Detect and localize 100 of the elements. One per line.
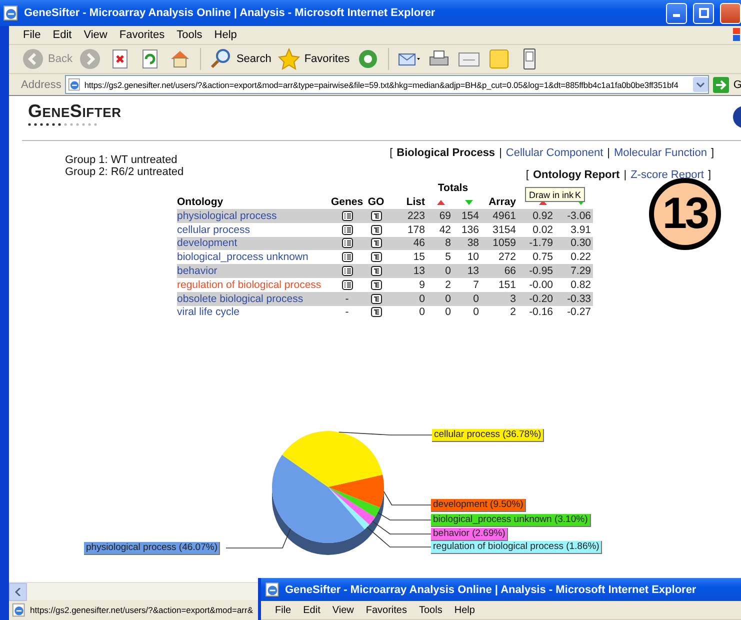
table-cell: 0.92 xyxy=(532,210,553,222)
table-cell: 0 xyxy=(445,306,451,318)
tree-icon[interactable] xyxy=(370,294,382,304)
table-cell: 69 xyxy=(439,210,451,222)
report-tab[interactable]: Cellular Component xyxy=(506,147,604,159)
report-tab[interactable]: Z-score Report xyxy=(630,169,704,181)
table-cell: -0.27 xyxy=(567,306,591,318)
ontology-link[interactable]: viral life cycle xyxy=(177,306,240,318)
list-icon[interactable] xyxy=(342,280,352,290)
table-cell: 0 xyxy=(419,306,425,318)
table-cell: 0.02 xyxy=(532,224,553,236)
status-text: https://gs2.genesifter.net/users/?&action=export&mod=arr& xyxy=(30,605,254,615)
column-header[interactable]: GO xyxy=(368,196,384,208)
chart-label: biological_process unknown (3.10%) xyxy=(431,514,591,528)
star-icon xyxy=(277,47,302,71)
browser-icon xyxy=(68,78,82,91)
tree-icon[interactable] xyxy=(370,224,382,235)
list-icon[interactable] xyxy=(342,252,352,262)
maximize-button[interactable] xyxy=(693,2,714,24)
chart-label: regulation of biological process (1.86%) xyxy=(431,541,602,554)
ontology-link[interactable]: cellular process xyxy=(177,224,250,236)
search-button[interactable]: Search xyxy=(209,47,272,71)
table-cell: -0.16 xyxy=(529,306,553,318)
column-header[interactable]: Genes xyxy=(330,196,364,208)
report-tab[interactable]: Molecular Function xyxy=(614,147,707,159)
chart-label: development (9.50%) xyxy=(431,499,526,512)
menu-item[interactable]: Favorites xyxy=(360,604,413,616)
table-cell: 13 xyxy=(413,265,425,278)
table-cell: 42 xyxy=(439,224,451,236)
table-cell: - xyxy=(345,292,349,305)
menu-item[interactable]: Edit xyxy=(297,604,326,616)
table-cell: -0.20 xyxy=(529,292,553,305)
dropdown-icon[interactable] xyxy=(693,77,708,92)
table-cell: -0.00 xyxy=(529,278,553,291)
table-cell: 4961 xyxy=(492,210,516,222)
table-cell: 0.22 xyxy=(570,251,591,264)
go-arrow-icon[interactable] xyxy=(713,76,730,92)
list-icon[interactable] xyxy=(342,238,352,248)
browser-icon xyxy=(3,5,19,21)
menu-item[interactable]: File xyxy=(269,604,298,616)
column-header: Totals xyxy=(438,182,468,194)
menu-item[interactable]: Tools xyxy=(412,604,448,616)
tree-icon[interactable] xyxy=(370,210,382,221)
table-cell: 0.75 xyxy=(532,251,553,264)
menu-item[interactable]: Tools xyxy=(170,29,208,41)
tree-icon[interactable] xyxy=(370,238,382,248)
table-cell: 3.91 xyxy=(570,224,591,236)
tooltip-text: Draw in ink xyxy=(529,190,574,200)
list-icon[interactable] xyxy=(342,266,352,276)
favorites-button[interactable]: Favorites xyxy=(277,47,350,71)
tree-icon[interactable] xyxy=(370,252,382,262)
browser-icon xyxy=(265,582,280,598)
menu-item[interactable]: View xyxy=(326,604,360,616)
close-button[interactable] xyxy=(720,2,741,24)
table-cell: 38 xyxy=(467,237,479,250)
table-cell: 1059 xyxy=(492,237,516,250)
column-header[interactable]: List xyxy=(406,196,425,208)
table-cell: 3 xyxy=(510,292,516,305)
go-button[interactable]: G xyxy=(733,78,741,90)
scroll-left-button[interactable] xyxy=(9,583,27,601)
table-cell: -1.79 xyxy=(529,237,553,250)
table-cell: 7 xyxy=(473,278,479,291)
column-header[interactable]: Ontology xyxy=(177,196,224,208)
table-cell: - xyxy=(345,306,349,318)
menu-item[interactable]: View xyxy=(78,29,114,41)
table-cell: 136 xyxy=(461,224,479,236)
column-header[interactable]: Array xyxy=(488,196,516,208)
up-triangle-icon[interactable] xyxy=(437,200,445,204)
table-cell: 0 xyxy=(419,292,425,305)
report-tab[interactable]: Biological Process xyxy=(396,147,496,159)
window-title: GeneSifter - Microarray Analysis Online | Analysis - Microsoft Internet Explorer xyxy=(24,7,436,19)
menu-item[interactable]: Help xyxy=(448,604,481,616)
minimize-button[interactable] xyxy=(666,2,687,24)
menu-item[interactable]: Edit xyxy=(46,29,78,41)
ontology-link[interactable]: biological_process unknown xyxy=(177,251,308,264)
browser-icon xyxy=(12,603,26,617)
report-tab[interactable]: Ontology Report xyxy=(532,169,620,181)
ontology-link[interactable]: regulation of biological process xyxy=(177,278,322,291)
menu-item[interactable]: Help xyxy=(208,29,243,41)
tree-icon[interactable] xyxy=(370,266,382,276)
list-icon[interactable] xyxy=(342,224,352,235)
menu-item[interactable]: File xyxy=(17,29,47,41)
table-cell: 7.29 xyxy=(570,265,591,278)
table-cell: -0.95 xyxy=(529,265,553,278)
table-cell: 223 xyxy=(407,210,425,222)
menu-item[interactable]: Favorites xyxy=(113,29,171,41)
shortcut-key: K xyxy=(574,190,581,200)
table-cell: 2 xyxy=(510,306,516,318)
bracket: ] xyxy=(708,169,711,181)
tree-icon[interactable] xyxy=(370,307,382,318)
address-label: Address xyxy=(21,78,62,90)
table-cell: 0 xyxy=(445,292,451,305)
window-title: GeneSifter - Microarray Analysis Online | Analysis - Microsoft Internet Explorer xyxy=(285,584,698,596)
table-cell: 2 xyxy=(445,278,451,291)
address-field[interactable]: https://gs2.genesifter.net/users/?&action=export&mod=arr&type=pairwise&file=59.txt&hkg=median&adjp=BH&p_cut=0.05&log=1&dt=885ffbb4c1a1fa0b0be3ff351bf4 xyxy=(65,75,710,94)
group-label: Group 2: R6/2 untreated xyxy=(65,166,184,178)
tree-icon[interactable] xyxy=(370,280,382,290)
bracket: [ xyxy=(390,147,393,159)
list-icon[interactable] xyxy=(342,210,352,221)
table-cell: 178 xyxy=(407,224,425,236)
